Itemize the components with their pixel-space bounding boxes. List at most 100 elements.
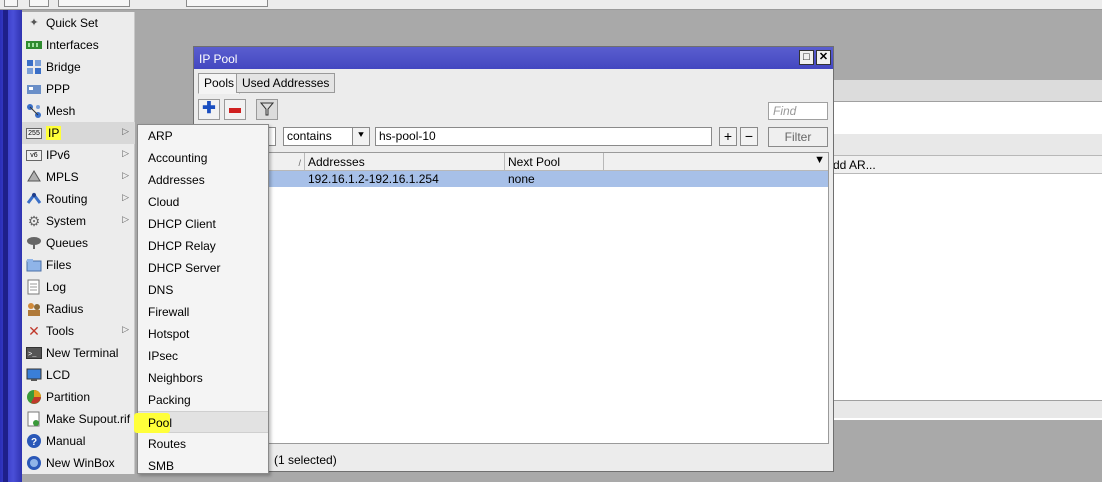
ipv6-icon: v6 [26,150,42,161]
column-chooser-icon[interactable]: ▼ [814,154,825,166]
menu-item-tools[interactable]: ✕ Tools ▷ [22,320,135,342]
radius-icon [26,301,42,317]
menu-label: IP [46,126,62,140]
submenu-item-addresses[interactable]: Addresses [138,169,268,191]
filter-value-input[interactable]: hs-pool-10 [375,127,712,146]
menu-label: Partition [46,390,91,404]
ip-submenu: ARP Accounting Addresses Cloud DHCP Clie… [134,124,269,477]
menu-item-bridge[interactable]: Bridge [22,56,135,78]
submenu-item-arp[interactable]: ARP [138,125,268,147]
menu-label: Manual [46,434,86,448]
submenu-item-dhcp-client[interactable]: DHCP Client [138,213,268,235]
submenu-arrow-icon: ▷ [122,214,129,224]
log-icon [26,279,42,295]
column-header-next-pool[interactable]: Next Pool [505,153,604,171]
filter-toggle-button[interactable] [256,99,278,120]
menu-label: New WinBox [46,456,115,470]
document-icon [26,411,42,427]
close-button[interactable]: ✕ [816,50,831,65]
submenu-item-smb[interactable]: SMB [138,455,268,477]
tab-used-addresses[interactable]: Used Addresses [236,73,336,93]
submenu-item-ipsec[interactable]: IPsec [138,345,268,367]
tab-pools[interactable]: Pools [198,73,241,94]
submenu-item-packing[interactable]: Packing [138,389,268,411]
menu-item-ppp[interactable]: PPP [22,78,135,100]
table-row[interactable]: 192.16.1.2-192.16.1.254 none [199,171,828,187]
submenu-item-firewall[interactable]: Firewall [138,301,268,323]
filter-operator-select[interactable]: contains [283,127,353,146]
submenu-item-dhcp-relay[interactable]: DHCP Relay [138,235,268,257]
menu-label: Files [46,258,72,272]
menu-label: Log [46,280,67,294]
menu-item-quick-set[interactable]: ✦ Quick Set [22,12,135,34]
queues-icon [26,235,42,251]
pools-table: / Addresses Next Pool ▼ 192.16.1.2-192.1… [198,152,829,444]
menu-item-ipv6[interactable]: v6 IPv6 ▷ [22,144,135,166]
menu-item-new-winbox[interactable]: New WinBox [22,452,135,474]
menu-item-make-supout[interactable]: Make Supout.rif [22,408,135,430]
submenu-label: DHCP Server [148,261,221,275]
submenu-item-neighbors[interactable]: Neighbors [138,367,268,389]
submenu-label: Accounting [148,151,208,165]
bridge-icon [26,59,42,75]
submenu-item-accounting[interactable]: Accounting [138,147,268,169]
operator-dropdown-button[interactable]: ⯆ [352,127,370,146]
submenu-label: Routes [148,437,187,451]
toolbar-field-2[interactable] [186,0,268,7]
submenu-label: Cloud [148,195,180,209]
ppp-icon [26,81,42,97]
menu-item-interfaces[interactable]: Interfaces [22,34,135,56]
add-button[interactable]: ✚ [198,99,220,120]
top-toolbar [0,0,1102,10]
window-title-bar[interactable]: IP Pool □ ✕ [194,47,833,69]
background-window-header: dd AR... [833,156,1102,174]
terminal-icon: >_ [26,345,42,361]
submenu-item-dhcp-server[interactable]: DHCP Server [138,257,268,279]
menu-label: Routing [46,192,88,206]
submenu-item-hotspot[interactable]: Hotspot [138,323,268,345]
find-input[interactable]: Find [768,102,828,120]
menu-item-mpls[interactable]: MPLS ▷ [22,166,135,188]
maximize-button[interactable]: □ [799,50,814,65]
menu-item-radius[interactable]: Radius [22,298,135,320]
submenu-label: IPsec [148,349,179,363]
menu-item-manual[interactable]: ? Manual [22,430,135,452]
remove-button[interactable] [224,99,246,120]
submenu-item-dns[interactable]: DNS [138,279,268,301]
remove-filter-button[interactable]: − [740,127,758,146]
submenu-label: DHCP Relay [148,239,216,253]
menu-item-system[interactable]: ⚙ System ▷ [22,210,135,232]
filter-button[interactable]: Filter [768,127,828,147]
add-filter-button[interactable]: + [719,127,737,146]
submenu-arrow-icon: ▷ [122,126,129,136]
menu-label: MPLS [46,170,79,184]
submenu-item-cloud[interactable]: Cloud [138,191,268,213]
column-header-blank: ▼ [604,153,828,171]
menu-label: Radius [46,302,84,316]
wand-icon: ✦ [29,17,39,29]
folder-icon [26,257,42,273]
menu-item-log[interactable]: Log [22,276,135,298]
menu-item-new-terminal[interactable]: >_ New Terminal [22,342,135,364]
menu-item-ip[interactable]: 255 IP ▷ [22,122,135,144]
routing-icon [26,191,42,207]
column-header-addresses[interactable]: Addresses [305,153,505,171]
toolbar-back-button[interactable] [4,0,18,7]
submenu-item-routes[interactable]: Routes [138,433,268,455]
menu-item-lcd[interactable]: LCD [22,364,135,386]
menu-label: Queues [46,236,89,250]
ip-highlight: IP [46,126,62,140]
menu-item-files[interactable]: Files [22,254,135,276]
menu-item-mesh[interactable]: Mesh [22,100,135,122]
menu-item-routing[interactable]: Routing ▷ [22,188,135,210]
menu-item-queues[interactable]: Queues [22,232,135,254]
toolbar-field[interactable] [58,0,130,7]
submenu-label: Pool [148,416,173,430]
interfaces-icon [26,37,42,53]
menu-item-partition[interactable]: Partition [22,386,135,408]
toolbar-forward-button[interactable] [29,0,49,7]
submenu-arrow-icon: ▷ [122,324,129,334]
submenu-label: Neighbors [148,371,203,385]
winbox-icon [26,455,42,471]
submenu-item-pool[interactable]: Pool [134,411,268,433]
